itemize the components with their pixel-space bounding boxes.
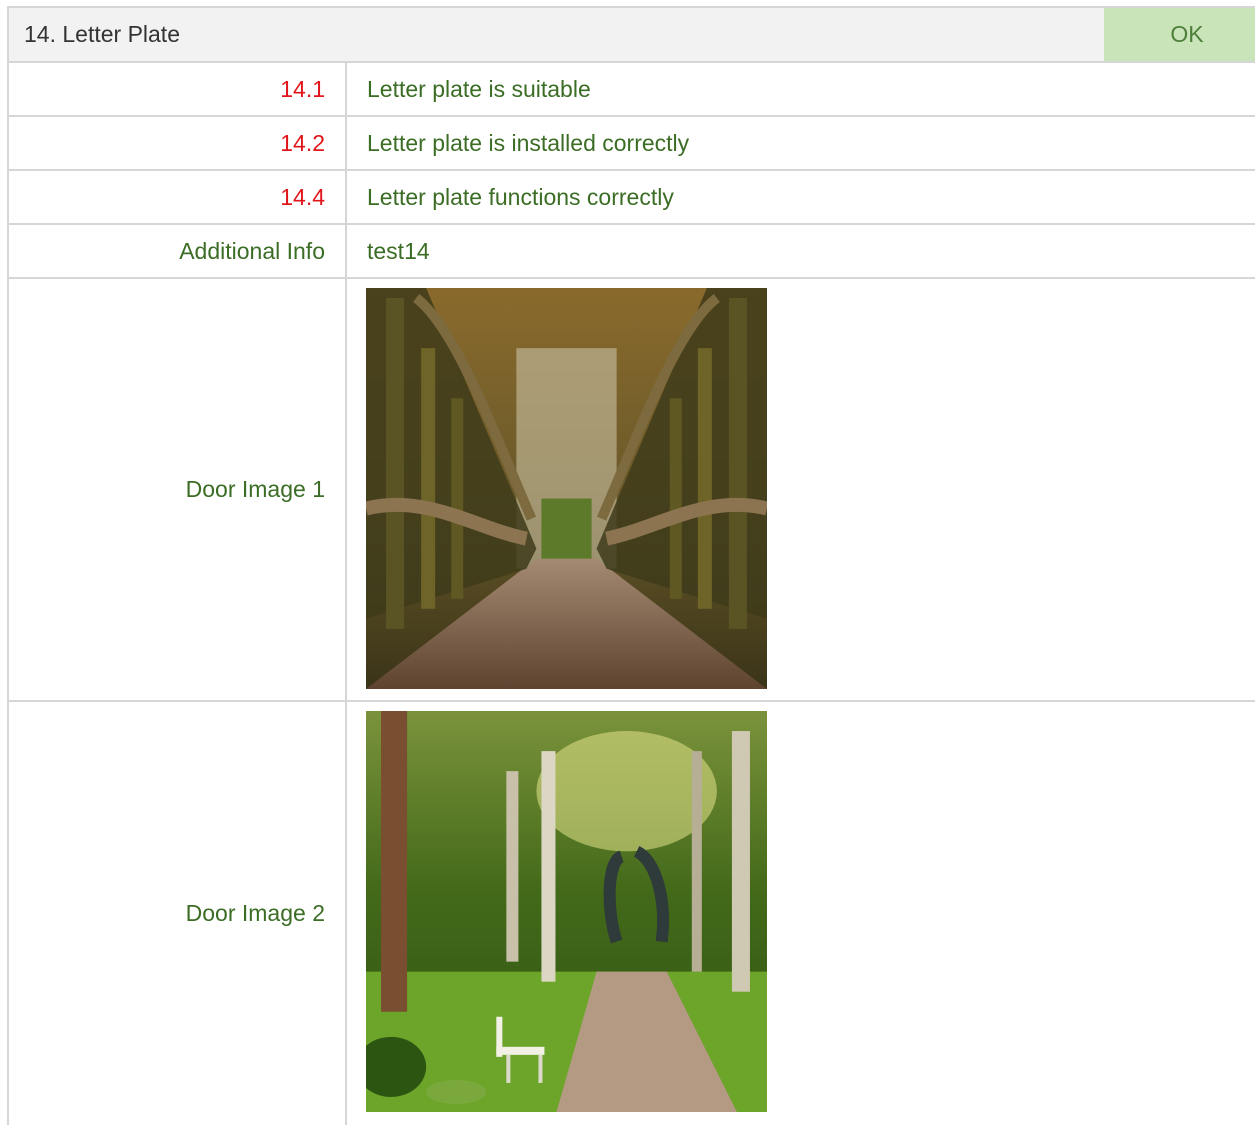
door-image-row: Door Image 1 <box>7 279 1255 702</box>
door-image-bridge[interactable] <box>366 288 767 689</box>
section-header: 14. Letter Plate OK <box>7 6 1255 63</box>
checklist-row: 14.1 Letter plate is suitable <box>7 63 1255 117</box>
item-text: Letter plate functions correctly <box>367 183 674 210</box>
item-number: 14.4 <box>9 171 347 223</box>
additional-info-label: Additional Info <box>9 225 347 277</box>
item-number: 14.1 <box>9 63 347 115</box>
checklist-section: 14. Letter Plate OK 14.1 Letter plate is… <box>7 6 1255 1125</box>
door-image-label: Door Image 2 <box>9 702 347 1125</box>
item-number: 14.2 <box>9 117 347 169</box>
door-image-park[interactable] <box>366 711 767 1112</box>
door-image-label: Door Image 1 <box>9 279 347 700</box>
checklist-row: 14.2 Letter plate is installed correctly <box>7 117 1255 171</box>
item-text: Letter plate is installed correctly <box>367 129 690 156</box>
status-badge: OK <box>1104 8 1255 61</box>
checklist-row: 14.4 Letter plate functions correctly <box>7 171 1255 225</box>
additional-info-value: test14 <box>367 237 430 264</box>
additional-info-row: Additional Info test14 <box>7 225 1255 279</box>
section-title: 14. Letter Plate <box>24 21 180 47</box>
item-text: Letter plate is suitable <box>367 75 591 102</box>
door-image-row: Door Image 2 <box>7 702 1255 1125</box>
